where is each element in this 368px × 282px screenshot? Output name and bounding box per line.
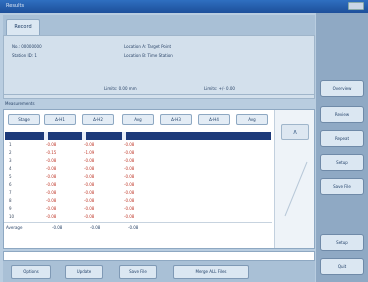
update-button[interactable]: Update <box>65 265 103 279</box>
review-button[interactable]: Review <box>320 106 364 123</box>
cell-value: -0.08 <box>124 190 135 195</box>
selection-marker <box>44 132 48 140</box>
column-header[interactable]: Δ-H4 <box>198 114 230 125</box>
column-header[interactable]: Avg <box>236 114 268 125</box>
overview-button[interactable]: Overview <box>320 80 364 97</box>
cell-value: -0.08 <box>46 158 57 163</box>
average-value: -0.08 <box>52 225 63 230</box>
cell-value: -0.08 <box>46 142 57 147</box>
average-value: -0.08 <box>90 225 101 230</box>
cell-value: -0.08 <box>46 166 57 171</box>
status-input[interactable] <box>3 251 315 261</box>
info-divider <box>4 94 314 95</box>
table-row[interactable]: 4 -0.08 -0.08 -0.08 <box>4 165 272 173</box>
bottom-toolbar: Options Update Save File Merge ALL Files <box>3 261 315 282</box>
table-row[interactable]: 1 -0.08 -0.08 -0.08 <box>4 141 272 149</box>
row-index: 6 <box>9 182 12 187</box>
app-body: Record No.: 00000000 Location A: Target … <box>0 13 368 282</box>
row-index: 3 <box>9 158 12 163</box>
save-file-button[interactable]: Save File <box>119 265 157 279</box>
cell-value: -0.08 <box>84 198 95 203</box>
info-limit-2: Limits: +/- 0.00 <box>204 86 235 91</box>
quit-button[interactable]: Quit <box>320 258 364 275</box>
cell-value: -0.08 <box>46 198 57 203</box>
cell-value: -0.08 <box>84 166 95 171</box>
merge-all-files-button[interactable]: Merge ALL Files <box>173 265 249 279</box>
row-index: 9 <box>9 206 12 211</box>
cell-value: -0.08 <box>124 150 135 155</box>
info-number: No.: 00000000 <box>12 44 42 49</box>
row-index: 10 <box>9 214 15 219</box>
selection-marker <box>82 132 86 140</box>
sidebar-save-file-button[interactable]: Save File <box>320 178 364 195</box>
info-station: Station ID: 1 <box>12 53 37 58</box>
cell-value: -0.08 <box>84 190 95 195</box>
row-index: 8 <box>9 198 12 203</box>
cell-value: -0.08 <box>124 142 135 147</box>
sidebar-setup-button[interactable]: Setup <box>320 234 364 251</box>
info-limit-1: Limits: 0.00 mm <box>104 86 137 91</box>
column-header[interactable]: Δ-H3 <box>160 114 192 125</box>
repeat-button[interactable]: Repeat <box>320 130 364 147</box>
column-header[interactable]: Stage <box>8 114 40 125</box>
cell-value: -0.15 <box>46 150 57 155</box>
cell-value: -0.08 <box>46 214 57 219</box>
table-row[interactable]: 8 -0.08 -0.08 -0.08 <box>4 197 272 205</box>
average-label: Average <box>6 225 23 230</box>
scroll-column: ∧ <box>274 110 314 248</box>
table-row[interactable]: 6 -0.08 -0.08 -0.08 <box>4 181 272 189</box>
cell-value: -1.09 <box>84 150 95 155</box>
results-table: Stage Δ-H1 Δ-H2 Avg Δ-H3 Δ-H4 Avg 1 -0.0… <box>3 109 315 249</box>
cell-value: -0.08 <box>46 206 57 211</box>
row-index: 5 <box>9 174 12 179</box>
cell-value: -0.08 <box>84 214 95 219</box>
row-index: 4 <box>9 166 12 171</box>
options-button[interactable]: Options <box>11 265 51 279</box>
cell-value: -0.08 <box>124 166 135 171</box>
tab-record[interactable]: Record <box>6 19 40 35</box>
row-index: 1 <box>9 142 12 147</box>
table-row[interactable]: 10 -0.08 -0.08 -0.08 <box>4 213 272 221</box>
cell-value: -0.08 <box>124 174 135 179</box>
row-index: 7 <box>9 190 12 195</box>
column-header[interactable]: Δ-H2 <box>82 114 114 125</box>
cell-value: -0.08 <box>84 182 95 187</box>
average-row: Average -0.08 -0.08 -0.08 <box>4 222 272 232</box>
cell-value: -0.08 <box>124 182 135 187</box>
setup-button[interactable]: Setup <box>320 154 364 171</box>
cell-value: -0.08 <box>84 142 95 147</box>
cell-value: -0.08 <box>124 158 135 163</box>
cell-value: -0.08 <box>46 182 57 187</box>
section-label: Measurements <box>5 101 35 106</box>
cell-value: -0.08 <box>84 174 95 179</box>
cell-value: -0.08 <box>46 190 57 195</box>
tab-strip: Record <box>3 15 315 35</box>
average-value: -0.08 <box>128 225 139 230</box>
scroll-track-icon[interactable] <box>281 160 309 220</box>
cell-value: -0.08 <box>84 206 95 211</box>
table-row[interactable]: 9 -0.08 -0.08 -0.08 <box>4 205 272 213</box>
cell-value: -0.08 <box>46 174 57 179</box>
table-row[interactable]: 5 -0.08 -0.08 -0.08 <box>4 173 272 181</box>
window-controls[interactable] <box>348 2 364 10</box>
info-location-a: Location A: Target Point <box>124 44 172 49</box>
table-row[interactable]: 3 -0.08 -0.08 -0.08 <box>4 157 272 165</box>
cell-value: -0.08 <box>124 214 135 219</box>
right-sidebar: Overview Review Repeat Setup Save File S… <box>316 13 368 282</box>
title-bar: Results <box>0 0 368 13</box>
cell-value: -0.08 <box>124 206 135 211</box>
row-index: 2 <box>9 150 12 155</box>
table-row[interactable]: 2 -0.15 -1.09 -0.08 <box>4 149 272 157</box>
window-title: Results <box>6 3 25 9</box>
info-panel: No.: 00000000 Location A: Target Point S… <box>3 35 315 99</box>
info-location-b: Location B: Time Station <box>124 53 173 58</box>
column-header[interactable]: Avg <box>122 114 154 125</box>
scroll-up-button[interactable]: ∧ <box>281 124 309 140</box>
selection-marker <box>122 132 126 140</box>
table-row[interactable]: 7 -0.08 -0.08 -0.08 <box>4 189 272 197</box>
cell-value: -0.08 <box>84 158 95 163</box>
cell-value: -0.08 <box>124 198 135 203</box>
column-header[interactable]: Δ-H1 <box>44 114 76 125</box>
